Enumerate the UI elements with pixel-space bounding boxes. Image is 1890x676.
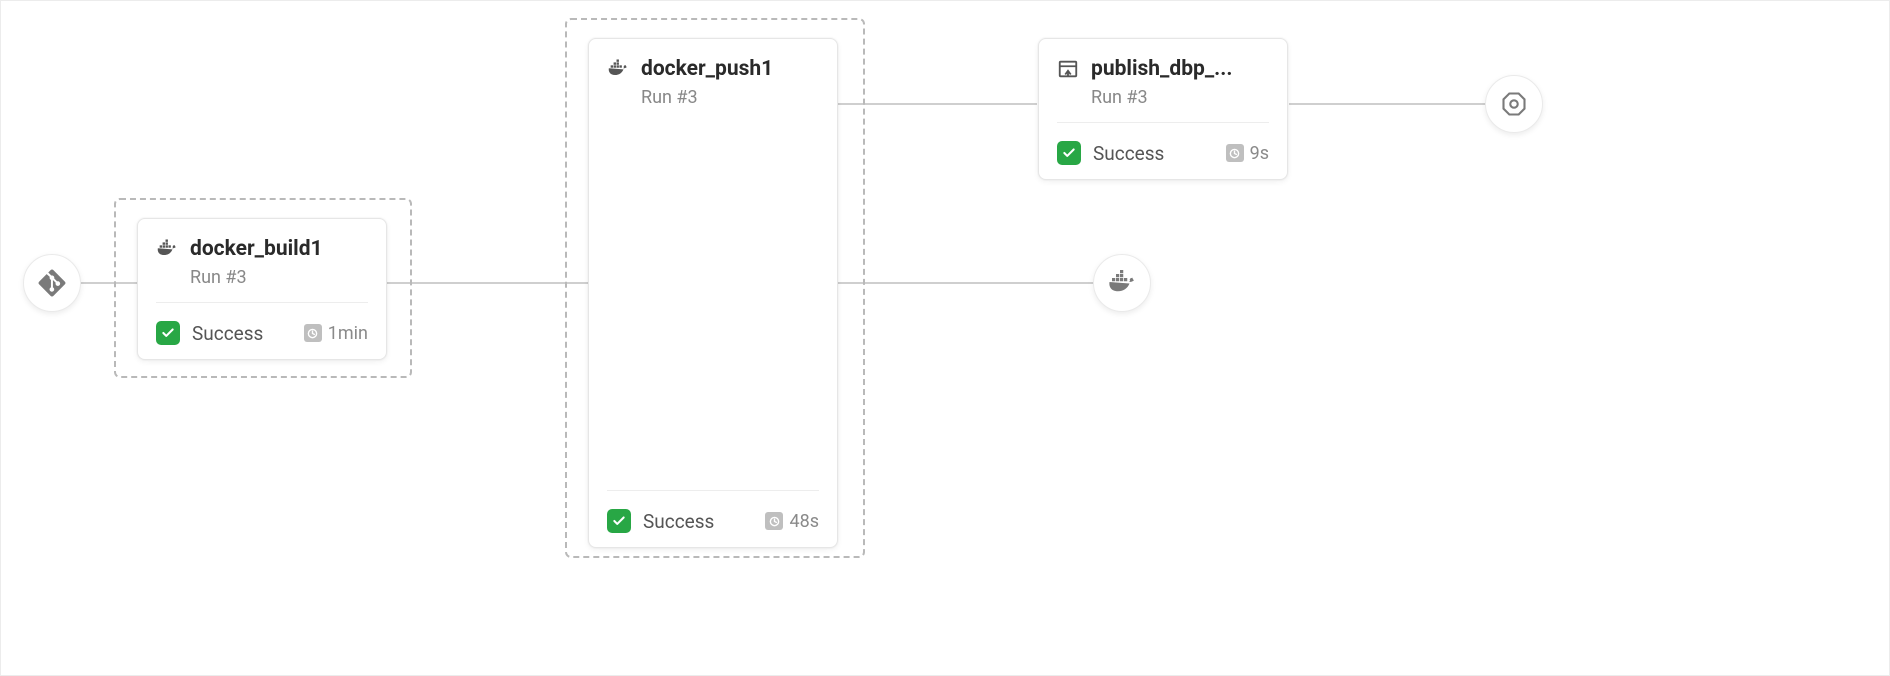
stage-duration: 1min [304,323,368,344]
docker-icon [607,58,629,80]
stage-run-label: Run #3 [1091,87,1269,108]
publish-icon [1057,58,1079,80]
stage-card-publish-dbp[interactable]: publish_dbp_... Run #3 Success 9s [1038,38,1288,180]
clock-icon [765,512,783,530]
connector-line [838,103,1037,105]
stage-title: docker_build1 [190,237,323,261]
divider [156,302,368,303]
stage-duration: 9s [1226,143,1269,164]
start-node[interactable] [23,254,81,312]
stage-run-label: Run #3 [641,87,819,108]
status-success-badge [607,509,631,533]
stage-card-docker-push1[interactable]: docker_push1 Run #3 Success 48s [588,38,838,548]
status-success-badge [156,321,180,345]
divider [607,490,819,491]
stage-title: publish_dbp_... [1091,57,1232,81]
stage-card-docker-build1[interactable]: docker_build1 Run #3 Success 1min [137,218,387,360]
connector-line [387,282,588,284]
status-text: Success [643,510,714,533]
duration-value: 48s [789,511,819,532]
status-success-badge [1057,141,1081,165]
duration-value: 9s [1250,143,1269,164]
stage-run-label: Run #3 [190,267,368,288]
settings-nut-icon [1500,90,1528,118]
docker-output-node[interactable] [1093,254,1151,312]
duration-value: 1min [328,323,368,344]
stage-title: docker_push1 [641,57,773,81]
docker-icon [1107,268,1137,298]
status-text: Success [192,322,263,345]
clock-icon [304,324,322,342]
connector-line [838,282,1095,284]
clock-icon [1226,144,1244,162]
git-icon [38,269,66,297]
divider [1057,122,1269,123]
docker-icon [156,238,178,260]
connector-line [1289,103,1487,105]
pipeline-canvas: docker_build1 Run #3 Success 1min [0,0,1890,676]
card-body [607,108,819,476]
end-node[interactable] [1485,75,1543,133]
status-text: Success [1093,142,1164,165]
stage-duration: 48s [765,511,819,532]
